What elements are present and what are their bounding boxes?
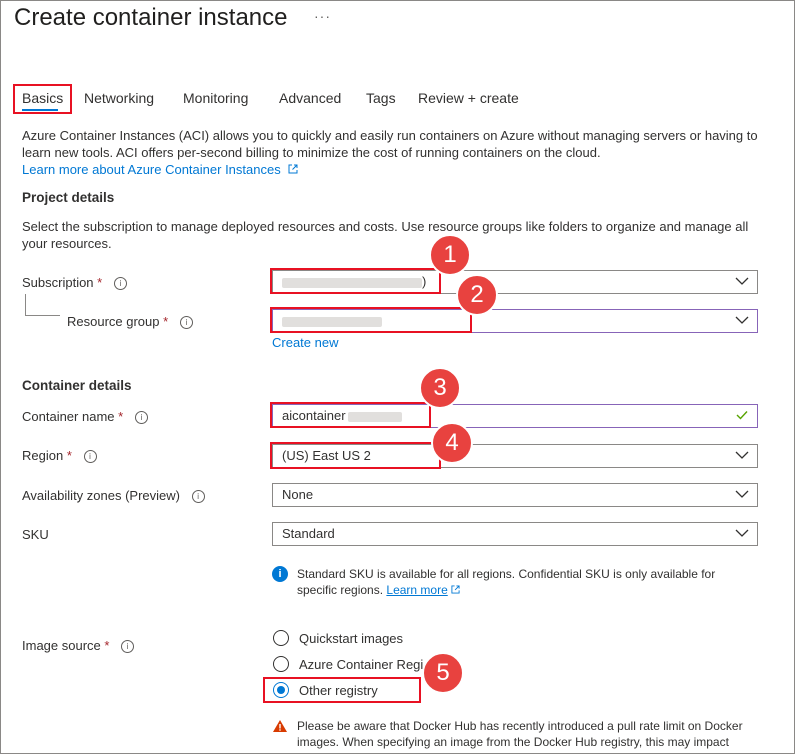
- chevron-down-icon: [735, 451, 749, 459]
- resource-group-label: Resource group * i: [67, 314, 193, 329]
- external-link-icon: [288, 164, 298, 174]
- basics-tab-highlight: [13, 84, 72, 114]
- project-details-heading: Project details: [22, 190, 115, 205]
- image-source-label-text: Image source: [22, 638, 101, 653]
- tab-review-create[interactable]: Review + create: [418, 90, 519, 106]
- availability-zones-label: Availability zones (Preview) i: [22, 488, 205, 503]
- container-details-heading: Container details: [22, 378, 132, 393]
- radio-quickstart-images[interactable]: [273, 630, 289, 646]
- availability-zones-value: None: [282, 487, 314, 502]
- step-marker-5: 5: [422, 652, 464, 694]
- intro-line-1: Azure Container Instances (ACI) allows y…: [22, 128, 758, 143]
- step-marker-2: 2: [456, 274, 498, 316]
- sku-dropdown[interactable]: Standard: [272, 522, 758, 546]
- sku-note-line-1: Standard SKU is available for all region…: [297, 567, 716, 581]
- project-desc-line-2: your resources.: [22, 236, 112, 251]
- tree-connector: [25, 294, 60, 316]
- info-filled-icon: i: [272, 566, 288, 582]
- availability-zones-dropdown[interactable]: None: [272, 483, 758, 507]
- info-icon[interactable]: i: [191, 490, 205, 503]
- intro-line-2: learn new tools. ACI offers per-second b…: [22, 145, 601, 160]
- radio-acr-label[interactable]: Azure Container Regi: [299, 657, 423, 672]
- required-mark: *: [66, 448, 72, 463]
- chevron-down-icon: [735, 490, 749, 498]
- warning-icon: [273, 720, 287, 732]
- subscription-label-text: Subscription: [22, 275, 94, 290]
- project-desc-line-1: Select the subscription to manage deploy…: [22, 219, 749, 234]
- container-name-label-text: Container name: [22, 409, 115, 424]
- required-mark: *: [118, 409, 124, 424]
- required-mark: *: [104, 638, 110, 653]
- tab-networking[interactable]: Networking: [84, 90, 154, 106]
- availability-zones-label-text: Availability zones (Preview): [22, 488, 180, 503]
- sku-value: Standard: [282, 526, 335, 541]
- resource-group-label-text: Resource group: [67, 314, 160, 329]
- sku-note-text: specific regions.: [297, 583, 384, 597]
- sku-learn-more-link[interactable]: Learn more: [386, 583, 447, 597]
- required-mark: *: [163, 314, 169, 329]
- region-label-text: Region: [22, 448, 64, 463]
- chevron-down-icon: [735, 316, 749, 324]
- create-new-link[interactable]: Create new: [272, 335, 338, 350]
- chevron-down-icon: [735, 529, 749, 537]
- subscription-label: Subscription * i: [22, 275, 127, 290]
- image-source-label: Image source * i: [22, 638, 135, 653]
- info-icon[interactable]: i: [179, 316, 193, 329]
- resource-group-highlight: [270, 307, 472, 333]
- radio-azure-container-registry[interactable]: [273, 656, 289, 672]
- page-title: Create container instance: [14, 4, 288, 31]
- step-marker-3: 3: [419, 367, 461, 409]
- info-icon[interactable]: i: [113, 277, 127, 290]
- checkmark-icon: [736, 411, 748, 420]
- subscription-highlight: [270, 268, 441, 294]
- learn-more-aci-label: Learn more about Azure Container Instanc…: [22, 162, 281, 177]
- info-icon[interactable]: i: [83, 450, 97, 463]
- warning-line-2: images. When specifying an image from th…: [297, 735, 729, 749]
- info-icon[interactable]: i: [134, 411, 148, 424]
- warning-line-1: Please be aware that Docker Hub has rece…: [297, 719, 743, 733]
- container-name-highlight: [270, 402, 431, 428]
- step-marker-1: 1: [429, 234, 471, 276]
- tab-tags[interactable]: Tags: [366, 90, 396, 106]
- learn-more-aci-link[interactable]: Learn more about Azure Container Instanc…: [22, 161, 298, 179]
- region-highlight: [270, 442, 441, 469]
- tab-advanced[interactable]: Advanced: [279, 90, 341, 106]
- radio-quickstart-label[interactable]: Quickstart images: [299, 631, 403, 646]
- required-mark: *: [97, 275, 103, 290]
- step-marker-4: 4: [431, 422, 473, 464]
- tab-monitoring[interactable]: Monitoring: [183, 90, 248, 106]
- container-name-label: Container name * i: [22, 409, 148, 424]
- external-link-icon: [451, 585, 460, 594]
- info-icon[interactable]: i: [121, 640, 135, 653]
- more-options-button[interactable]: ···: [314, 8, 331, 24]
- other-registry-highlight: [263, 677, 421, 703]
- sku-label: SKU: [22, 527, 49, 542]
- region-label: Region * i: [22, 448, 97, 463]
- chevron-down-icon: [735, 277, 749, 285]
- sku-note-line-2: specific regions. Learn more: [297, 582, 460, 598]
